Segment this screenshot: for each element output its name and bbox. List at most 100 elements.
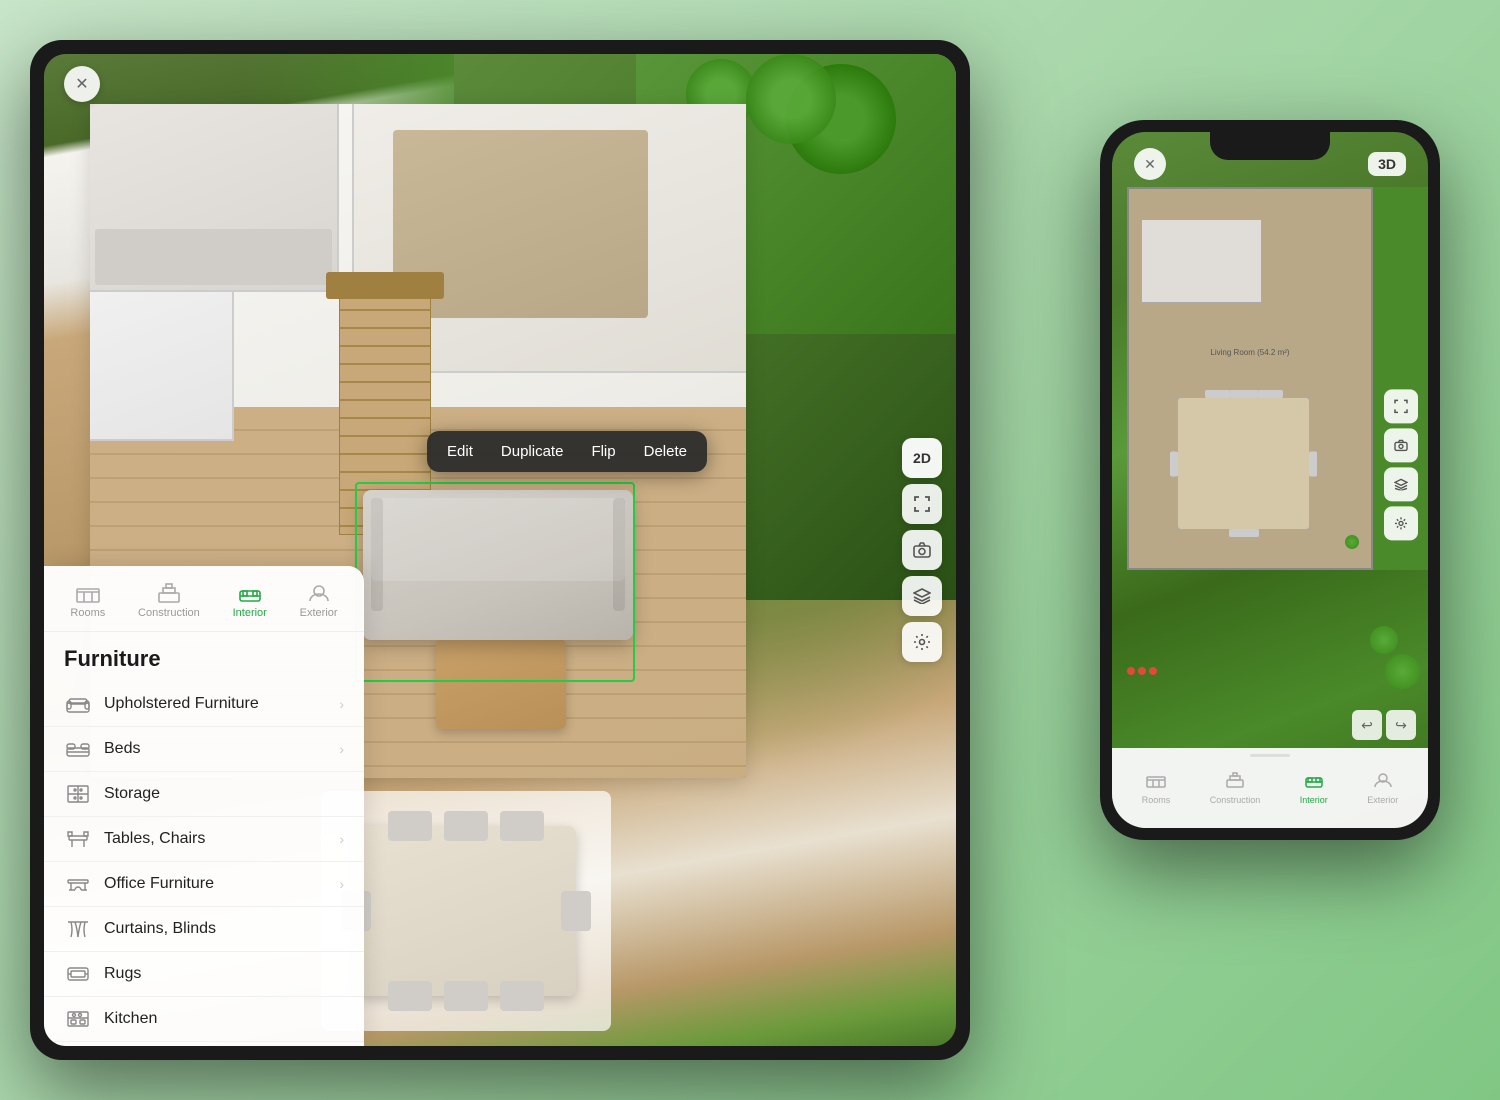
chair-bottom [444,981,488,1011]
tab-exterior-icon [305,582,333,604]
list-item-beds[interactable]: Beds › [44,727,364,772]
list-item-upholstered[interactable]: Upholstered Furniture › [44,682,364,727]
phone-device: Living Room (54.2 m²) ✕ 3D [1100,120,1440,840]
item-label-kitchen: Kitchen [104,1010,344,1028]
fp-chair-tr [1258,390,1283,398]
phone-tab-rooms[interactable]: Rooms [1142,772,1171,805]
icon-upholstered [64,693,92,715]
fp-chair-bottom [1229,529,1259,537]
tablet-close-button[interactable]: ✕ [64,66,100,102]
phone-close-button[interactable]: ✕ [1134,148,1166,180]
phone-tab-rooms-icon [1146,772,1166,793]
icon-storage [64,783,92,805]
list-item-kitchen[interactable]: Kitchen [44,997,364,1042]
chevron-upholstered: › [339,696,344,712]
tab-interior-label: Interior [233,607,267,619]
phone-fullscreen-button[interactable] [1384,389,1418,423]
fp-chair-tl [1205,390,1230,398]
tab-construction[interactable]: Construction [130,578,208,623]
icon-rugs [64,963,92,985]
fp-chair-left [1170,451,1178,476]
phone-tab-interior-icon [1304,772,1324,793]
icon-office [64,873,92,895]
context-edit[interactable]: Edit [443,441,477,462]
context-duplicate[interactable]: Duplicate [497,441,568,462]
phone-tab-construction-label: Construction [1210,795,1261,805]
phone-tab-interior[interactable]: Interior [1300,772,1328,805]
tab-construction-label: Construction [138,607,200,619]
sidebar-title: Furniture [44,632,364,682]
phone-screen: Living Room (54.2 m²) ✕ 3D [1112,132,1428,828]
tab-rooms-label: Rooms [70,607,105,619]
dining-table [356,826,576,996]
item-label-office: Office Furniture [104,875,339,893]
bathroom [90,292,234,440]
item-label-beds: Beds [104,740,339,758]
phone-room-label: Living Room (54.2 m²) [1210,348,1289,357]
tab-interior[interactable]: Interior [225,578,275,623]
phone-camera-button[interactable] [1384,428,1418,462]
phone-settings-button[interactable] [1384,506,1418,540]
phone-tab-exterior[interactable]: Exterior [1367,772,1398,805]
phone-redo-button[interactable]: ↪ [1386,710,1416,740]
shrub-2 [1370,626,1398,654]
chair-top-left [388,811,432,841]
phone-undo-redo: ↩ ↪ [1352,710,1416,740]
dining-area [336,806,596,1016]
sidebar-tabs: Rooms Construction [44,566,364,632]
chair-top-right [500,811,544,841]
icon-beds [64,738,92,760]
phone-tab-construction[interactable]: Construction [1210,772,1261,805]
tablet-fullscreen-button[interactable] [902,484,942,524]
list-item-storage[interactable]: Storage [44,772,364,817]
shrub-1 [1385,654,1420,689]
flowers [1127,667,1157,675]
list-item-tables[interactable]: Tables, Chairs › [44,817,364,862]
tablet-device: Edit Duplicate Flip Delete ✕ 2D [30,40,970,1060]
context-delete[interactable]: Delete [640,441,691,462]
tablet-camera-button[interactable] [902,530,942,570]
icon-curtains [64,918,92,940]
tablet-layers-button[interactable] [902,576,942,616]
railing [326,272,444,299]
tab-exterior[interactable]: Exterior [292,578,346,623]
phone-right-toolbar [1384,389,1418,540]
list-item-office[interactable]: Office Furniture › [44,862,364,907]
phone-undo-button[interactable]: ↩ [1352,710,1382,740]
phone-notch [1210,132,1330,160]
list-item-curtains[interactable]: Curtains, Blinds [44,907,364,952]
fp-dining [1177,397,1310,530]
chair-bottom-right [500,981,544,1011]
tree-1 [746,54,836,144]
tablet-settings-button[interactable] [902,622,942,662]
phone-layers-button[interactable] [1384,467,1418,501]
list-item-rugs[interactable]: Rugs [44,952,364,997]
phone-tab-interior-label: Interior [1300,795,1328,805]
tablet-topbar: ✕ [64,66,100,102]
item-label-tables: Tables, Chairs [104,830,339,848]
tablet-2d-button[interactable]: 2D [902,438,942,478]
chair-top [444,811,488,841]
fp-sofa [1141,219,1262,302]
chevron-beds: › [339,741,344,757]
counter [95,229,333,285]
icon-kitchen [64,1008,92,1030]
context-flip[interactable]: Flip [587,441,619,462]
context-menu: Edit Duplicate Flip Delete [427,431,707,472]
tab-rooms[interactable]: Rooms [62,578,113,623]
tablet-right-toolbar: 2D [902,438,942,662]
item-label-storage: Storage [104,785,344,803]
tab-exterior-label: Exterior [300,607,338,619]
chair-bottom-left [388,981,432,1011]
chevron-tables: › [339,831,344,847]
phone-3d-button[interactable]: 3D [1368,152,1406,176]
phone-tab-exterior-label: Exterior [1367,795,1398,805]
phone-bottom-toolbar: Rooms Construction [1112,748,1428,828]
kitchen [90,104,340,293]
tablet-screen: Edit Duplicate Flip Delete ✕ 2D [44,54,956,1046]
sofa-container [363,490,633,640]
phone-floor-plan: Living Room (54.2 m²) [1127,187,1373,570]
selection-rectangle [355,482,635,682]
chevron-office: › [339,876,344,892]
fp-chair-right [1309,451,1317,476]
